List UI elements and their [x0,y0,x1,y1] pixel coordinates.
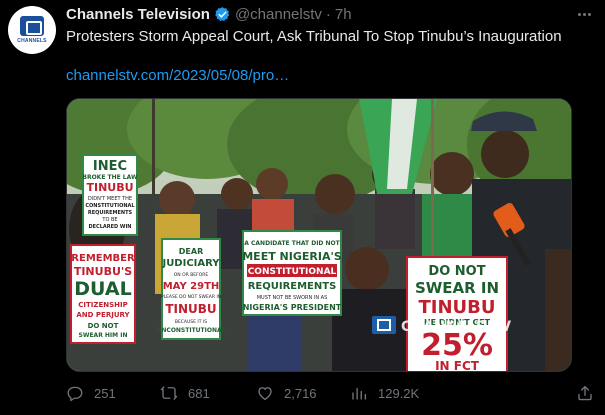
retweet-count: 681 [188,385,210,401]
svg-text:REMEMBER: REMEMBER [71,253,135,264]
svg-text:SWEAR HIM IN: SWEAR HIM IN [79,332,128,339]
like-count: 2,716 [284,385,317,401]
svg-text:MAY 29TH: MAY 29TH [163,281,220,292]
svg-text:TINUBU'S: TINUBU'S [74,265,132,278]
reply-icon [67,386,83,402]
verified-badge-icon [214,6,231,23]
svg-text:JUDICIARY: JUDICIARY [161,258,220,269]
sign-swear: DO NOT SWEAR IN TINUBU HE DIDN'T GET 25%… [406,256,508,372]
svg-text:BECAUSE IT IS: BECAUSE IT IS [175,319,207,325]
views-icon [352,387,367,400]
avatar[interactable]: CHANNELS [8,6,56,54]
tweet-card[interactable]: CHANNELS Channels Television @channelstv… [0,0,605,415]
svg-text:NIGERIA'S PRESIDENT: NIGERIA'S PRESIDENT [243,303,342,312]
like-button[interactable]: 2,716 [256,384,317,402]
timestamp[interactable]: 7h [335,6,352,23]
svg-text:CHANNELS TV: CHANNELS TV [401,319,511,335]
sign-judiciary: DEAR JUDICIARY ON OR BEFORE MAY 29TH PLE… [157,238,226,340]
avatar-label: CHANNELS [17,38,47,44]
svg-text:REQUIREMENTS: REQUIREMENTS [248,281,337,292]
retweet-icon [160,386,178,400]
svg-text:DECLARED WIN: DECLARED WIN [88,224,131,230]
svg-text:TINUBU: TINUBU [165,302,216,316]
svg-text:PLEASE DO NOT SWEAR IN: PLEASE DO NOT SWEAR IN [161,294,221,300]
svg-text:DIDN'T MEET THE: DIDN'T MEET THE [88,196,132,202]
more-options-icon[interactable] [573,4,595,24]
svg-text:ON OR BEFORE: ON OR BEFORE [174,272,209,278]
display-name[interactable]: Channels Television [66,6,210,23]
tweet-link[interactable]: channelstv.com/2023/05/08/pro… [66,66,289,86]
heart-icon [258,387,272,401]
reply-button[interactable]: 251 [66,384,116,402]
tweet-text: Protesters Storm Appeal Court, Ask Tribu… [66,28,562,45]
user-handle[interactable]: @channelstv [235,6,322,23]
svg-text:DO NOT: DO NOT [88,322,119,330]
svg-text:INEC: INEC [93,159,127,174]
svg-text:TINUBU: TINUBU [419,297,496,318]
svg-text:DUAL: DUAL [74,278,131,300]
svg-text:BROKE THE LAW: BROKE THE LAW [82,174,138,181]
views-count: 129.2K [378,385,420,401]
svg-text:DEAR: DEAR [179,247,203,256]
svg-text:DO NOT: DO NOT [428,264,485,279]
reply-count: 251 [94,385,116,401]
share-button[interactable] [576,384,594,402]
channels-watermark: CHANNELS TV [372,316,511,335]
share-icon [578,385,592,401]
retweet-button[interactable]: 681 [160,384,210,402]
channels-logo-icon [20,16,44,36]
sign-candidate: A CANDIDATE THAT DID NOT MEET NIGERIA'S … [242,230,342,316]
svg-text:SWEAR IN: SWEAR IN [415,279,499,297]
tweet-photo[interactable]: INEC BROKE THE LAW TINUBU DIDN'T MEET TH… [66,98,572,372]
separator-dot: · [325,5,331,23]
svg-text:IN FCT: IN FCT [435,359,480,372]
svg-text:AND PERJURY: AND PERJURY [76,311,130,319]
sign-remember: REMEMBER TINUBU'S DUAL CITIZENSHIP AND P… [70,244,136,344]
svg-text:CITIZENSHIP: CITIZENSHIP [78,301,127,309]
sign-inec: INEC BROKE THE LAW TINUBU DIDN'T MEET TH… [82,154,138,236]
svg-text:REQUIREMENTS: REQUIREMENTS [88,210,133,216]
svg-text:CONSTITUTIONAL: CONSTITUTIONAL [248,267,337,277]
svg-text:CONSTITUTIONAL: CONSTITUTIONAL [85,203,135,209]
tweet-header: Channels Television @channelstv · 7h [66,4,352,24]
svg-text:TINUBU: TINUBU [86,181,133,194]
svg-text:TO BE: TO BE [101,217,117,223]
tweet-actions: 251 681 2,716 129.2K [66,384,605,404]
views-button[interactable]: 129.2K [350,384,419,402]
svg-text:MUST NOT BE SWORN IN AS: MUST NOT BE SWORN IN AS [257,295,328,301]
svg-text:A CANDIDATE THAT DID NOT: A CANDIDATE THAT DID NOT [244,240,340,247]
svg-text:MEET NIGERIA'S: MEET NIGERIA'S [242,250,342,263]
svg-text:UNCONSTITUTIONAL: UNCONSTITUTIONAL [157,327,226,334]
